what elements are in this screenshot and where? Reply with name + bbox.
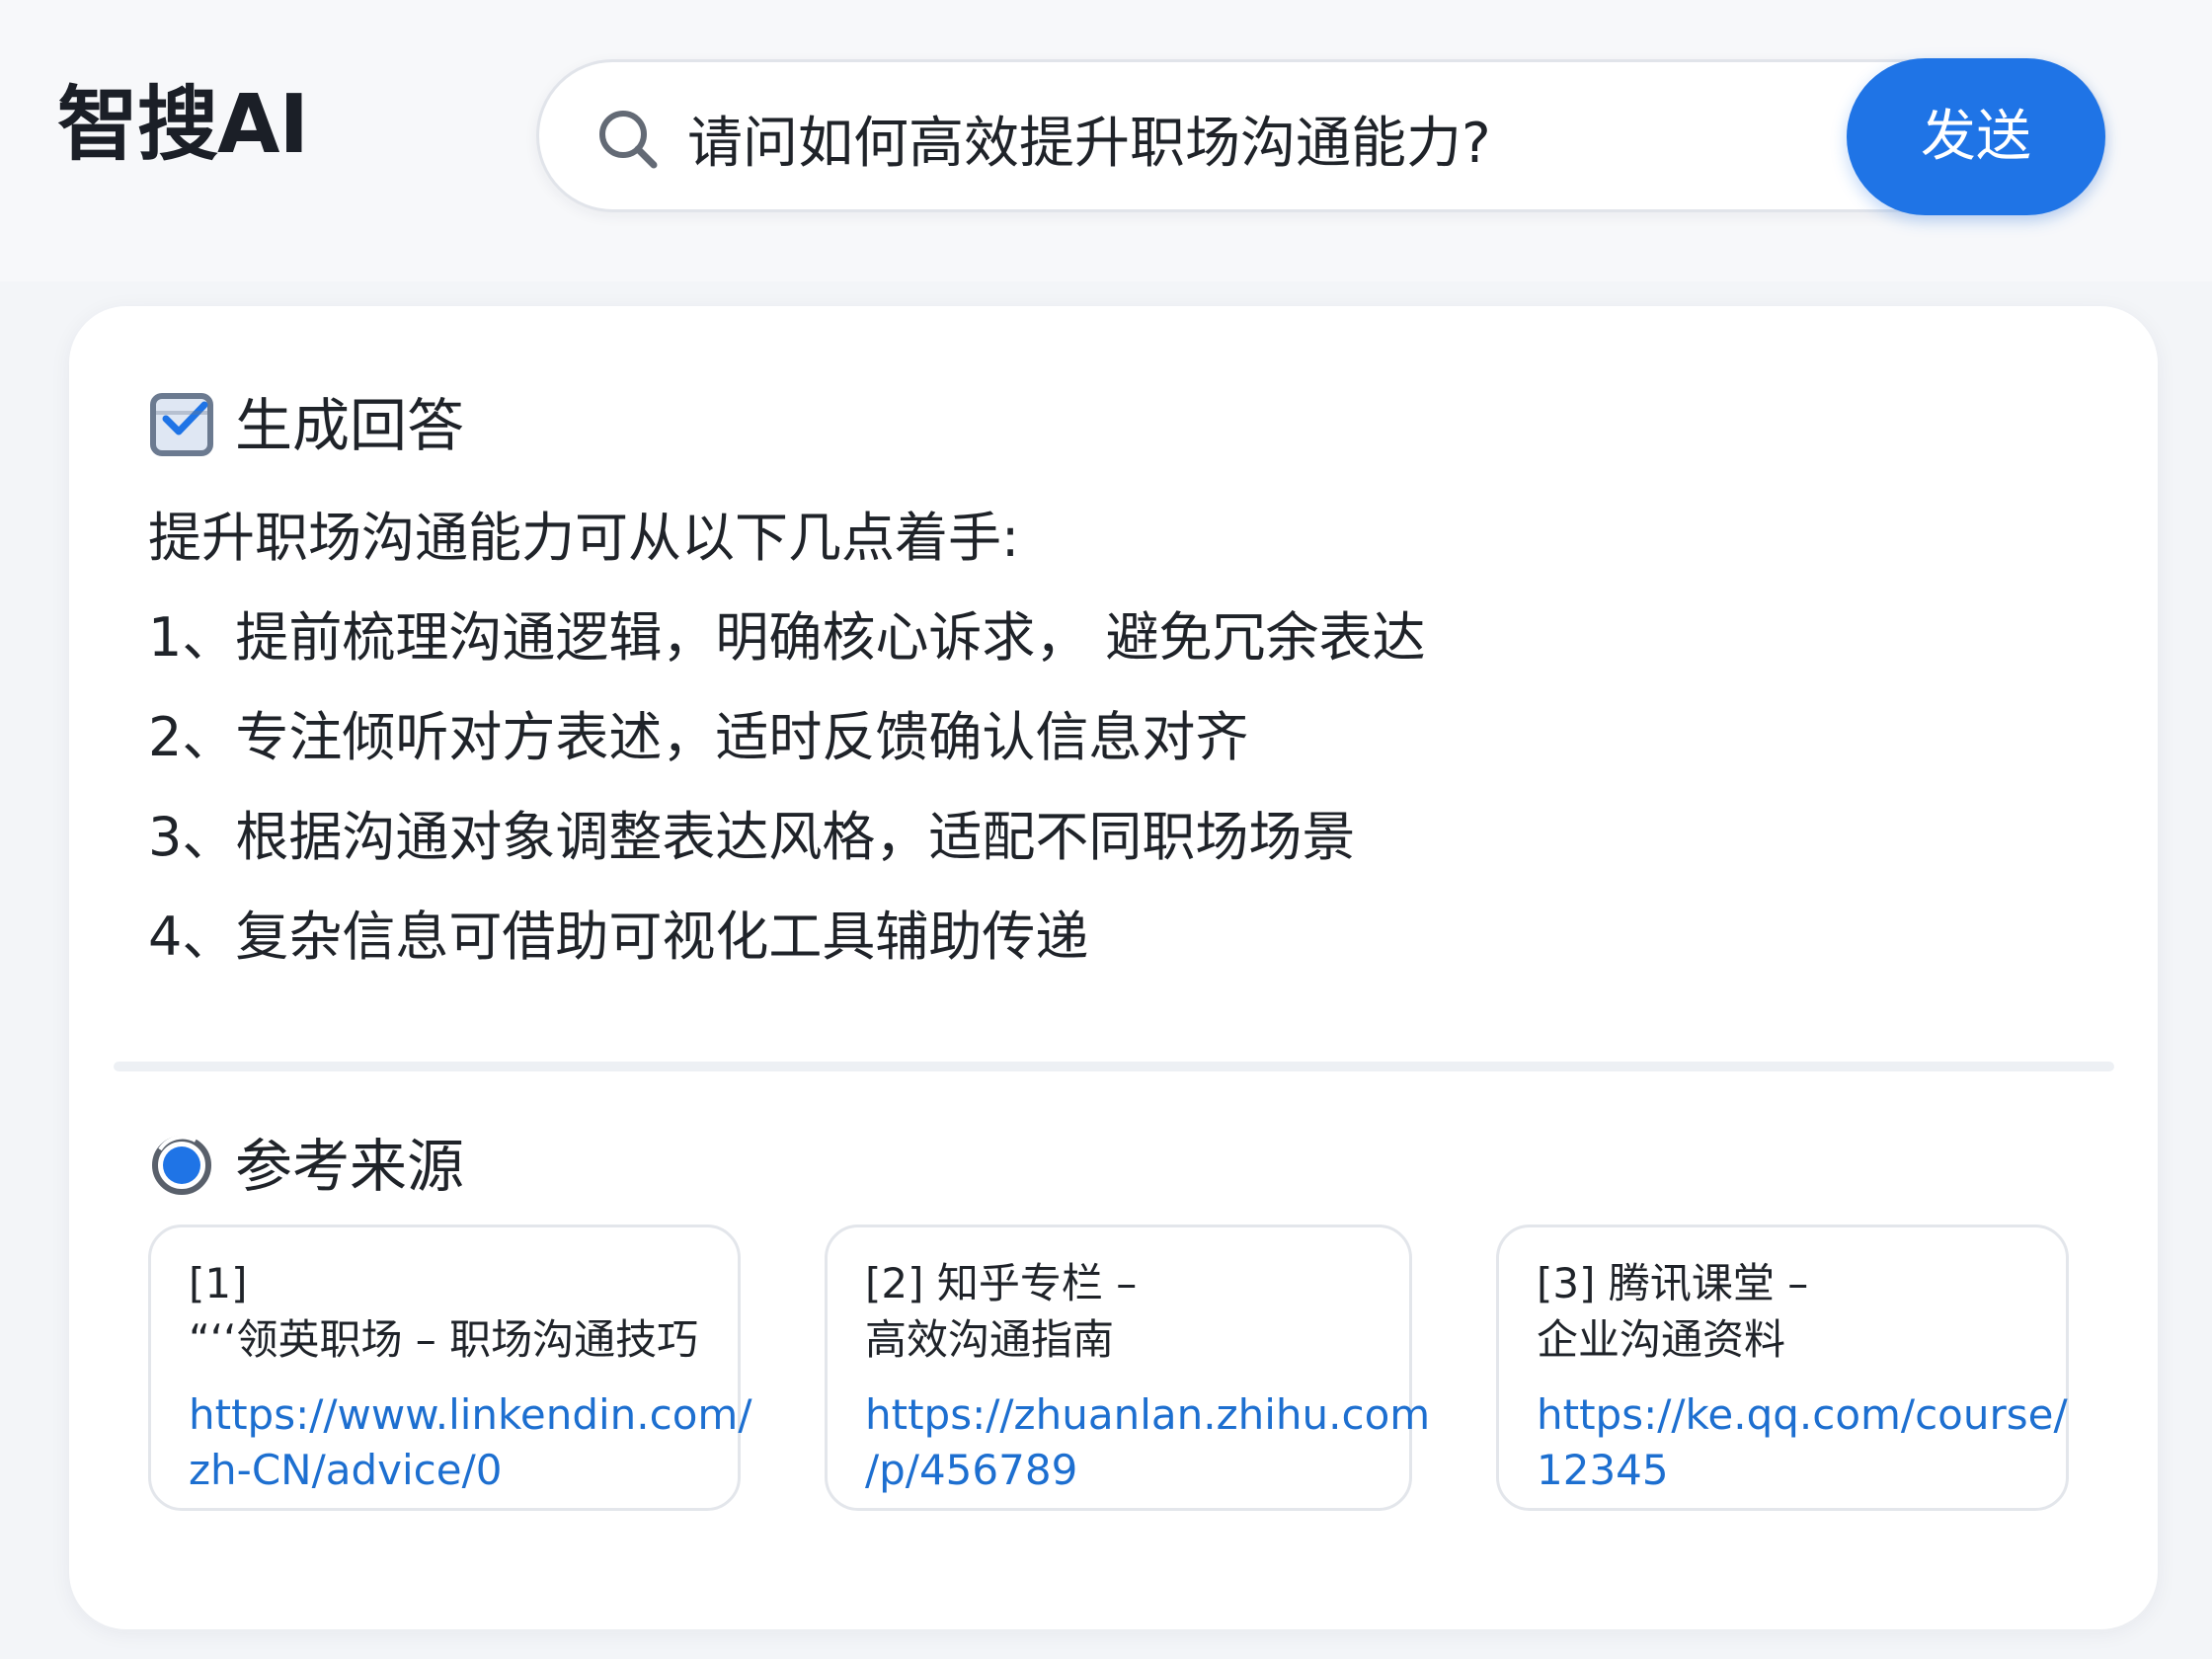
source-title-2: [2] 知乎专栏 – 高效沟通指南 bbox=[865, 1259, 1138, 1364]
search-icon bbox=[599, 111, 658, 169]
source-card-1[interactable]: [1] “‘‘领英职场 – 职场沟通技巧 https://www.linkend… bbox=[148, 1224, 752, 1511]
source-globe-icon bbox=[152, 1135, 211, 1195]
source-card-3[interactable]: [3] 腾讯课堂 – 企业沟通资料 https://ke.qq.com/cour… bbox=[1496, 1224, 2069, 1511]
answer-card: 生成回答 提升职场沟通能力可从以下几点着手: 1、提前梳理沟通逻辑，明确核心诉求… bbox=[69, 306, 2158, 1629]
source-link-1[interactable]: https://www.linkendin.com/ zh-CN/advice/… bbox=[189, 1387, 752, 1498]
app-logo: 智搜AI bbox=[57, 78, 309, 172]
section-divider bbox=[114, 1062, 2114, 1071]
sources-section-title: 参考来源 bbox=[235, 1133, 465, 1200]
answer-item-3: 3、根据沟通对象调整表达风格，适配不同职场场景 bbox=[148, 806, 1356, 868]
checkbox-icon bbox=[150, 393, 213, 456]
sources-header: 参考来源 bbox=[148, 1126, 741, 1205]
search-input[interactable] bbox=[687, 94, 1675, 183]
source-card-2[interactable]: [2] 知乎专栏 – 高效沟通指南 https://zhuanlan.zhihu… bbox=[825, 1224, 1430, 1511]
answer-intro: 提升职场沟通能力可从以下几点着手: bbox=[148, 507, 1020, 569]
source-link-3[interactable]: https://ke.qq.com/course/ 12345 bbox=[1537, 1387, 2090, 1498]
answer-item-4: 4、复杂信息可借助可视化工具辅助传递 bbox=[148, 906, 1089, 968]
source-title-3: [3] 腾讯课堂 – 企业沟通资料 bbox=[1537, 1259, 1809, 1364]
answer-item-1: 1、提前梳理沟通逻辑，明确核心诉求， 避免冗余表达 bbox=[148, 606, 1426, 669]
answer-section-title: 生成回答 bbox=[235, 392, 465, 459]
source-title-1: [1] “‘‘领英职场 – 职场沟通技巧 bbox=[189, 1259, 699, 1364]
top-bar: 智搜AI 发送 bbox=[0, 0, 2212, 281]
send-button[interactable]: 发送 bbox=[1847, 58, 2105, 215]
answer-item-2: 2、专注倾听对方表述，适时反馈确认信息对齐 bbox=[148, 706, 1249, 768]
source-link-2[interactable]: https://zhuanlan.zhihu.com /p/456789 bbox=[865, 1387, 1430, 1498]
answer-header: 生成回答 bbox=[148, 385, 741, 464]
